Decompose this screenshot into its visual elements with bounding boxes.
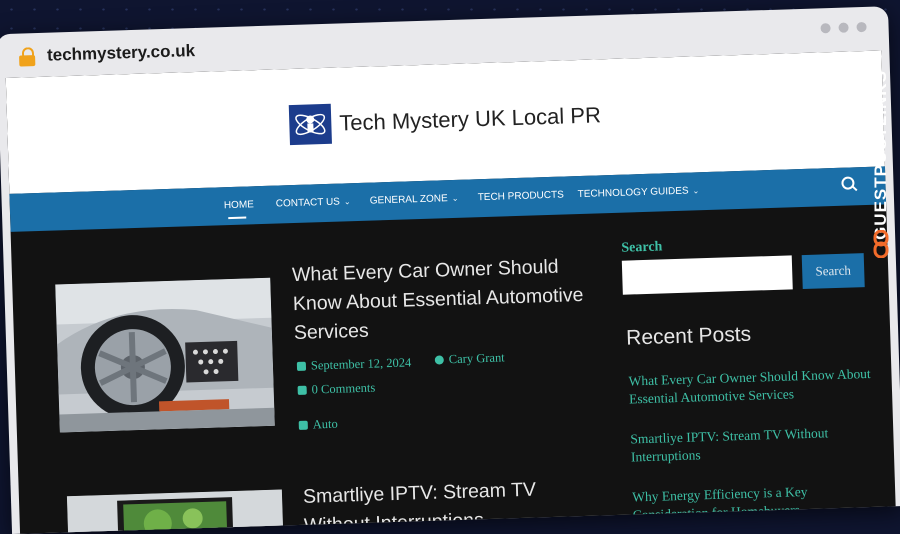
web-page: Tech Mystery UK Local PR HOME CONTACT US… <box>5 50 896 534</box>
window-dot-1[interactable] <box>820 23 831 34</box>
post-date[interactable]: September 12, 2024 <box>296 355 412 374</box>
nav-item-label: HOME <box>223 199 255 212</box>
link-icon <box>872 229 890 259</box>
post-author[interactable]: Cary Grant <box>434 350 505 367</box>
post-category-text: Auto <box>312 416 338 432</box>
post-title[interactable]: What Every Car Owner Should Know About E… <box>292 252 595 348</box>
lock-icon <box>19 47 36 67</box>
browser-window: techmystery.co.uk Tech Mystery UK Local … <box>0 6 900 534</box>
nav-item-general-zone[interactable]: GENERAL ZONE ⌄ <box>369 193 459 207</box>
nav-item-label: TECHNOLOGY GUIDES <box>577 185 689 201</box>
search-icon[interactable] <box>841 176 858 192</box>
site-title[interactable]: Tech Mystery UK Local PR <box>339 102 601 136</box>
nav-item-tech-products[interactable]: TECH PRODUCTS <box>478 190 564 204</box>
post-author-text: Cary Grant <box>448 350 505 367</box>
nav-item-label: GENERAL ZONE <box>369 193 448 207</box>
folder-icon <box>298 420 308 430</box>
window-dot-2[interactable] <box>838 22 849 33</box>
sidebar-search-button[interactable]: Search <box>801 253 865 290</box>
post-thumbnail[interactable] <box>66 489 284 534</box>
comment-icon <box>297 385 307 395</box>
calendar-icon <box>296 361 307 371</box>
post-comments[interactable]: 0 Comments <box>297 381 375 398</box>
nav-item-label: CONTACT US <box>275 196 341 210</box>
nav-active-indicator <box>228 216 247 220</box>
post-comments-text: 0 Comments <box>311 380 376 397</box>
post-title[interactable]: Smartliye IPTV: Stream TV Without Interr… <box>303 473 605 534</box>
recent-post-link[interactable]: Smartliye IPTV: Stream TV Without Interr… <box>630 423 879 467</box>
window-controls <box>820 21 867 34</box>
window-dot-3[interactable] <box>856 21 867 33</box>
chevron-down-icon: ⌄ <box>343 197 351 207</box>
recent-posts-heading: Recent Posts <box>625 322 752 350</box>
stage: techmystery.co.uk Tech Mystery UK Local … <box>0 0 900 534</box>
post-category[interactable]: Auto <box>298 416 338 433</box>
post-thumbnail[interactable] <box>55 277 275 433</box>
nav-item-label: TECH PRODUCTS <box>477 189 564 204</box>
site-logo[interactable] <box>288 103 332 146</box>
sidebar-search-label: Search <box>621 239 663 256</box>
chevron-down-icon: ⌄ <box>692 186 700 196</box>
chevron-down-icon: ⌄ <box>451 193 459 204</box>
sidebar-search-input[interactable] <box>621 255 793 295</box>
post-date-text: September 12, 2024 <box>310 355 412 373</box>
recent-post-link[interactable]: What Every Car Owner Should Know About E… <box>628 365 877 409</box>
nav-item-home[interactable]: HOME <box>224 199 254 211</box>
nav-item-technology-guides[interactable]: TECHNOLOGY GUIDES ⌄ <box>578 185 700 200</box>
address-bar[interactable]: techmystery.co.uk <box>47 41 196 66</box>
user-icon <box>434 355 444 365</box>
watermark-text-bold: POSTLINKS <box>871 70 890 177</box>
nav-item-contact-us[interactable]: CONTACT US ⌄ <box>275 196 351 210</box>
